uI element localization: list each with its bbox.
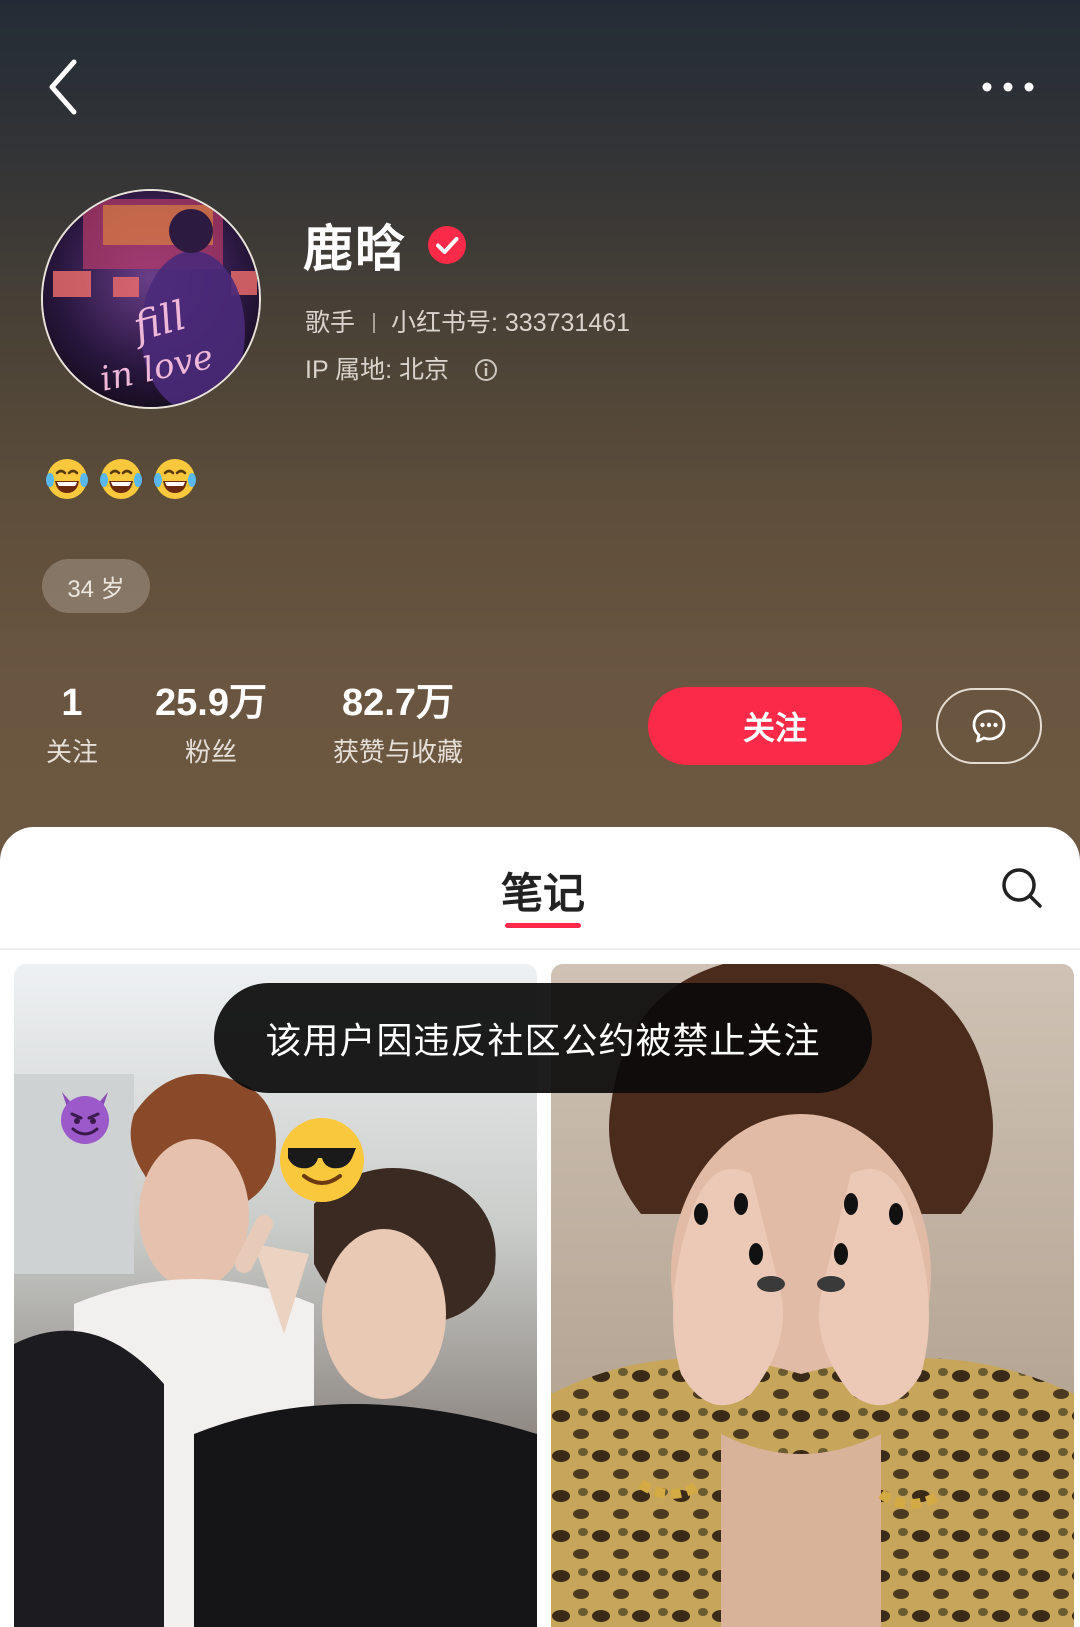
chevron-left-icon bbox=[49, 59, 77, 115]
stat-likes-collections[interactable]: 82.7万 获赞与收藏 bbox=[318, 680, 478, 769]
back-button[interactable] bbox=[40, 52, 90, 122]
more-horizontal-icon bbox=[982, 82, 1034, 92]
toast-message: 该用户因违反社区公约被禁止关注 bbox=[214, 983, 872, 1093]
profile-name: 鹿晗 bbox=[303, 221, 407, 277]
profile-name-row: 鹿晗 bbox=[303, 214, 467, 277]
meta-separator bbox=[373, 313, 376, 333]
profile-page: fill in love 鹿晗 歌手 小红书号: 333731461 IP 属地:… bbox=[0, 0, 1080, 1627]
avatar[interactable]: fill in love bbox=[41, 189, 261, 409]
search-notes-button[interactable] bbox=[998, 864, 1046, 912]
message-button[interactable] bbox=[936, 688, 1042, 764]
follow-button[interactable]: 关注 bbox=[648, 687, 902, 765]
laughing-tears-emoji-icon bbox=[46, 459, 88, 499]
stat-followers-value: 25.9万 bbox=[155, 682, 267, 724]
stat-following-value: 1 bbox=[61, 682, 83, 724]
search-icon bbox=[1002, 868, 1042, 908]
laughing-tears-emoji-icon bbox=[100, 459, 142, 499]
stat-following[interactable]: 1 关注 bbox=[42, 680, 102, 769]
info-icon[interactable] bbox=[474, 358, 498, 382]
occupation-label: 歌手 bbox=[305, 309, 356, 337]
ip-location-label: IP 属地: 北京 bbox=[305, 356, 450, 384]
stat-followers[interactable]: 25.9万 粉丝 bbox=[150, 680, 272, 769]
devil-emoji-icon bbox=[61, 1092, 109, 1144]
profile-meta-line: 歌手 小红书号: 333731461 bbox=[305, 303, 630, 339]
tab-notes[interactable]: 笔记 bbox=[500, 860, 586, 921]
chat-bubble-icon bbox=[972, 709, 1006, 743]
more-options-button[interactable] bbox=[975, 70, 1045, 104]
profile-bio bbox=[44, 456, 198, 502]
verified-check-icon bbox=[428, 226, 466, 264]
tab-divider bbox=[0, 948, 1080, 950]
sunglasses-emoji-icon bbox=[280, 1118, 364, 1202]
stat-likes-label: 获赞与收藏 bbox=[332, 738, 463, 768]
ip-location-line: IP 属地: 北京 bbox=[305, 350, 498, 386]
avatar-image: fill in love bbox=[43, 191, 259, 407]
account-id-label: 小红书号: 333731461 bbox=[391, 309, 631, 337]
stat-followers-label: 粉丝 bbox=[184, 738, 237, 768]
stat-following-label: 关注 bbox=[45, 738, 98, 768]
stat-likes-value: 82.7万 bbox=[342, 682, 454, 724]
age-tag: 34 岁 bbox=[42, 559, 150, 613]
tab-notes-indicator bbox=[505, 923, 581, 928]
laughing-tears-emoji-icon bbox=[154, 459, 196, 499]
